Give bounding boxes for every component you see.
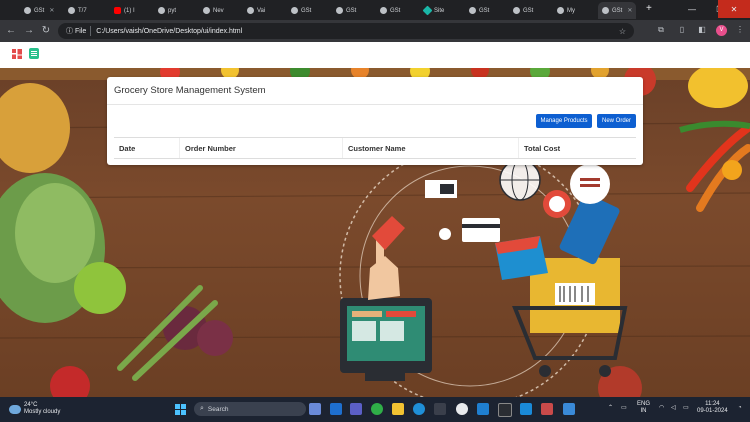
weather-widget[interactable]: 24°C Mostly cloudy bbox=[9, 402, 60, 416]
browser-tab[interactable]: Site bbox=[422, 2, 444, 19]
clock-date: 09-01-2024 bbox=[697, 408, 728, 414]
close-tab-icon[interactable]: ✕ bbox=[49, 7, 54, 14]
globe-icon bbox=[380, 7, 387, 14]
column-header-date: Date bbox=[114, 138, 180, 158]
globe-icon bbox=[336, 7, 343, 14]
column-header-customer-name: Customer Name bbox=[343, 138, 519, 158]
globe-icon bbox=[68, 7, 75, 14]
globe-icon bbox=[291, 7, 298, 14]
globe-icon bbox=[602, 7, 609, 14]
split-view-icon[interactable]: ◧ bbox=[697, 25, 707, 35]
reload-icon[interactable]: ↻ bbox=[39, 24, 53, 38]
close-window-icon[interactable]: ✕ bbox=[718, 0, 750, 18]
bookmark-star-icon[interactable]: ☆ bbox=[619, 27, 626, 36]
orders-card: Grocery Store Management System Manage P… bbox=[107, 77, 643, 165]
browser-tab-strip: GSt ✕ T/7 (1) I pyt Nev Vai GSt GSt GSt S… bbox=[0, 0, 750, 20]
clock-time: 11:24 bbox=[705, 401, 720, 407]
manage-products-button[interactable]: Manage Products bbox=[536, 114, 592, 128]
new-tab-icon[interactable]: + bbox=[646, 3, 652, 14]
browser-tab[interactable]: GSt bbox=[469, 2, 489, 19]
browser-tab[interactable]: GSt ✕ bbox=[24, 2, 54, 19]
language-indicator[interactable]: ENG IN bbox=[637, 401, 650, 415]
chevron-up-icon[interactable]: ⌃ bbox=[608, 405, 613, 412]
file-explorer-icon[interactable] bbox=[392, 403, 404, 415]
github-icon bbox=[247, 7, 254, 14]
terminal-icon[interactable] bbox=[498, 403, 512, 417]
menu-icon[interactable]: ⋮ bbox=[735, 25, 745, 35]
file-info-chip[interactable]: ⓘ File bbox=[62, 26, 92, 36]
store-icon[interactable] bbox=[434, 403, 446, 415]
weather-temp: 24°C bbox=[24, 402, 38, 408]
photos-icon[interactable] bbox=[563, 403, 575, 415]
close-tab-icon[interactable]: ✕ bbox=[627, 7, 632, 14]
browser-tab[interactable]: pyt bbox=[158, 2, 176, 19]
url-text: C:/Users/vaish/OneDrive/Desktop/ui/index… bbox=[96, 27, 243, 35]
browser-tab[interactable]: My bbox=[557, 2, 575, 19]
back-icon[interactable]: ← bbox=[4, 24, 18, 38]
browser-tab-active[interactable]: GSt ✕ bbox=[598, 2, 637, 19]
weather-desc: Mostly cloudy bbox=[24, 409, 61, 415]
browser-tab[interactable]: GSt bbox=[336, 2, 356, 19]
browser-tab[interactable]: GSt bbox=[291, 2, 311, 19]
forward-icon[interactable]: → bbox=[22, 24, 36, 38]
orders-table: Date Order Number Customer Name Total Co… bbox=[114, 137, 636, 159]
windows-start-icon[interactable] bbox=[175, 404, 186, 415]
info-icon: ⓘ bbox=[66, 28, 73, 35]
dell-icon[interactable] bbox=[456, 403, 468, 415]
sidebar-icon[interactable]: ▯ bbox=[677, 25, 687, 35]
windows-taskbar: 24°C Mostly cloudy ⌕ Search ⌃ ▭ ENG IN ◠ … bbox=[0, 397, 750, 422]
browser-tab[interactable]: T/7 bbox=[68, 2, 87, 19]
clock[interactable]: 11:24 09-01-2024 bbox=[697, 401, 728, 415]
taskbar-search[interactable]: ⌕ Search bbox=[194, 402, 306, 416]
site-icon bbox=[422, 5, 433, 16]
search-icon: ⌕ bbox=[200, 405, 204, 412]
browser-tab[interactable]: GSt bbox=[380, 2, 400, 19]
card-title: Grocery Store Management System bbox=[107, 77, 643, 105]
notification-area-icon[interactable]: ▭ bbox=[621, 405, 627, 412]
vscode-icon[interactable] bbox=[520, 403, 532, 415]
app-navbar bbox=[0, 42, 750, 68]
browser-tab[interactable]: (1) I bbox=[114, 2, 135, 19]
wifi-icon[interactable]: ◠ bbox=[659, 405, 664, 412]
youtube-icon bbox=[114, 7, 121, 14]
snipping-tool-icon[interactable] bbox=[541, 403, 553, 415]
mail-icon[interactable] bbox=[477, 403, 489, 415]
address-bar[interactable]: ⓘ File C:/Users/vaish/OneDrive/Desktop/ui… bbox=[58, 23, 634, 39]
globe-icon bbox=[24, 7, 31, 14]
dashboard-logo-icon[interactable] bbox=[12, 49, 22, 59]
browser-toolbar: ← → ↻ ⓘ File C:/Users/vaish/OneDrive/Desk… bbox=[0, 20, 750, 42]
browser-tab[interactable]: Nev bbox=[203, 2, 224, 19]
cloud-icon bbox=[9, 404, 21, 414]
list-logo-icon[interactable] bbox=[29, 48, 39, 59]
globe-icon bbox=[203, 7, 210, 14]
chrome-icon[interactable] bbox=[371, 403, 383, 415]
extensions-icon[interactable]: ⧉ bbox=[656, 25, 666, 35]
battery-icon[interactable]: ▭ bbox=[683, 405, 689, 412]
teams-icon[interactable] bbox=[350, 403, 362, 415]
notification-bell-icon[interactable]: ◔ bbox=[738, 405, 742, 412]
column-header-total-cost: Total Cost bbox=[524, 143, 561, 153]
column-header-order-number: Order Number bbox=[180, 138, 343, 158]
task-view-icon[interactable] bbox=[330, 403, 342, 415]
globe-icon bbox=[557, 7, 564, 14]
globe-icon bbox=[513, 7, 520, 14]
volume-icon[interactable]: ◁ bbox=[671, 405, 676, 412]
browser-tab[interactable]: GSt bbox=[513, 2, 533, 19]
edge-icon[interactable] bbox=[413, 403, 425, 415]
github-icon bbox=[158, 7, 165, 14]
profile-avatar[interactable]: V bbox=[716, 25, 727, 36]
web-page: Grocery Store Management System Manage P… bbox=[0, 42, 750, 397]
browser-tab[interactable]: Vai bbox=[247, 2, 265, 19]
widgets-icon[interactable] bbox=[309, 403, 321, 415]
new-order-button[interactable]: New Order bbox=[597, 114, 636, 128]
globe-icon bbox=[469, 7, 476, 14]
